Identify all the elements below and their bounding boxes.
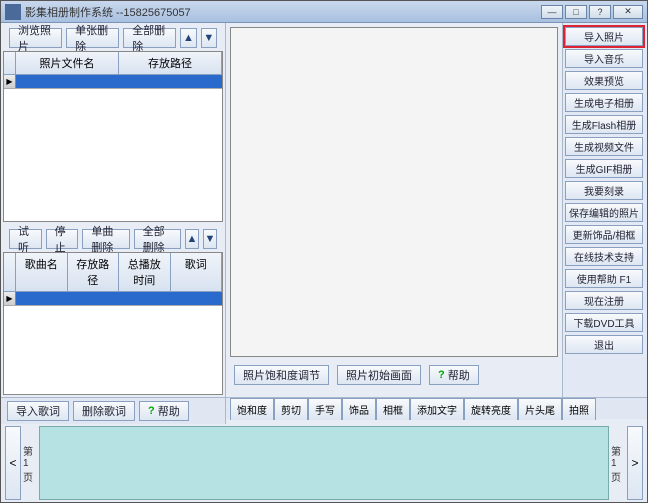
tab-text[interactable]: 添加文字	[410, 398, 464, 420]
delete-all-song-button[interactable]: 全部删除	[134, 229, 181, 249]
browse-photo-button[interactable]: 浏览照片	[9, 28, 62, 48]
photo-down-button[interactable]: ▼	[201, 28, 217, 48]
song-row-selected[interactable]: ▶	[4, 292, 222, 306]
lyric-help-button[interactable]: ?帮助	[139, 401, 189, 421]
initial-frame-button[interactable]: 照片初始画面	[337, 365, 421, 385]
song-col-path: 存放路径	[68, 253, 120, 291]
stop-button[interactable]: 停止	[46, 229, 79, 249]
tab-handwrite[interactable]: 手写	[308, 398, 342, 420]
help-button[interactable]: ?	[589, 5, 611, 19]
photo-up-button[interactable]: ▲	[180, 28, 196, 48]
help-icon: ?	[148, 405, 155, 417]
center-help-button[interactable]: ?帮助	[429, 365, 479, 385]
timeline-prev-button[interactable]: <	[5, 426, 21, 500]
tab-crop[interactable]: 剪切	[274, 398, 308, 420]
song-col-duration: 总播放时间	[119, 253, 171, 291]
gen-ebook-button[interactable]: 生成电子相册	[565, 93, 643, 112]
titlebar[interactable]: 影集相册制作系统 --15825675057 — □ ? ✕	[1, 1, 647, 23]
song-grid[interactable]: 歌曲名 存放路径 总播放时间 歌词 ▶	[3, 252, 223, 395]
photo-col-path: 存放路径	[119, 52, 222, 74]
register-button[interactable]: 现在注册	[565, 291, 643, 310]
left-panel: 浏览照片 单张删除 全部删除 ▲ ▼ 照片文件名 存放路径 ▶ 试听	[1, 23, 226, 397]
song-up-button[interactable]: ▲	[185, 229, 199, 249]
song-col-name: 歌曲名	[16, 253, 68, 291]
window-title: 影集相册制作系统 --15825675057	[25, 4, 191, 20]
lyric-toolbar: 导入歌词 删除歌词 ?帮助	[1, 397, 226, 424]
close-button[interactable]: ✕	[613, 5, 643, 19]
dvd-tool-button[interactable]: 下载DVD工具	[565, 313, 643, 332]
online-support-button[interactable]: 在线技术支持	[565, 247, 643, 266]
delete-lyric-button[interactable]: 删除歌词	[73, 401, 135, 421]
delete-one-song-button[interactable]: 单曲删除	[82, 229, 129, 249]
gen-gif-button[interactable]: 生成GIF相册	[565, 159, 643, 178]
timeline-strip[interactable]	[39, 426, 609, 500]
photo-grid[interactable]: 照片文件名 存放路径 ▶	[3, 51, 223, 222]
saturation-button[interactable]: 照片饱和度调节	[234, 365, 329, 385]
tab-title-end[interactable]: 片头尾	[518, 398, 562, 420]
tab-saturation[interactable]: 饱和度	[230, 398, 274, 420]
exit-button[interactable]: 退出	[565, 335, 643, 354]
import-music-button[interactable]: 导入音乐	[565, 49, 643, 68]
timeline-next-button[interactable]: >	[627, 426, 643, 500]
song-down-button[interactable]: ▼	[203, 229, 217, 249]
app-window: 影集相册制作系统 --15825675057 — □ ? ✕ 浏览照片 单张删除…	[0, 0, 648, 503]
import-photo-button[interactable]: 导入照片	[565, 27, 643, 46]
effect-preview-button[interactable]: 效果预览	[565, 71, 643, 90]
update-deco-button[interactable]: 更新饰品/相框	[565, 225, 643, 244]
timeline-page-right: 第1页	[611, 426, 625, 500]
tab-rotate-bright[interactable]: 旋转亮度	[464, 398, 518, 420]
try-listen-button[interactable]: 试听	[9, 229, 42, 249]
app-icon	[5, 4, 21, 20]
right-panel: 导入照片 导入音乐 效果预览 生成电子相册 生成Flash相册 生成视频文件 生…	[562, 23, 647, 397]
center-panel: 照片饱和度调节 照片初始画面 ?帮助	[226, 23, 562, 397]
save-edit-button[interactable]: 保存编辑的照片	[565, 203, 643, 222]
gen-flash-button[interactable]: 生成Flash相册	[565, 115, 643, 134]
timeline-area: < 第1页 第1页 >	[1, 424, 647, 502]
edit-tabs: 饱和度 剪切 手写 饰品 相框 添加文字 旋转亮度 片头尾 拍照	[226, 397, 647, 419]
photo-col-filename: 照片文件名	[16, 52, 119, 74]
maximize-button[interactable]: □	[565, 5, 587, 19]
minimize-button[interactable]: —	[541, 5, 563, 19]
song-toolbar: 试听 停止 单曲删除 全部删除 ▲ ▼	[3, 226, 223, 252]
photo-toolbar: 浏览照片 单张删除 全部删除 ▲ ▼	[3, 25, 223, 51]
timeline-page-left: 第1页	[23, 426, 37, 500]
burn-button[interactable]: 我要刻录	[565, 181, 643, 200]
delete-one-photo-button[interactable]: 单张删除	[66, 28, 119, 48]
photo-row-selected[interactable]: ▶	[4, 75, 222, 89]
row-indicator-icon: ▶	[4, 292, 16, 305]
delete-all-photo-button[interactable]: 全部删除	[123, 28, 176, 48]
use-help-button[interactable]: 使用帮助 F1	[565, 269, 643, 288]
tab-decoration[interactable]: 饰品	[342, 398, 376, 420]
gen-video-button[interactable]: 生成视频文件	[565, 137, 643, 156]
help-icon: ?	[438, 369, 445, 381]
tab-snapshot[interactable]: 拍照	[562, 398, 596, 420]
import-lyric-button[interactable]: 导入歌词	[7, 401, 69, 421]
row-indicator-icon: ▶	[4, 75, 16, 88]
song-col-lyric: 歌词	[171, 253, 223, 291]
preview-area[interactable]	[230, 27, 558, 357]
tab-frame[interactable]: 相框	[376, 398, 410, 420]
